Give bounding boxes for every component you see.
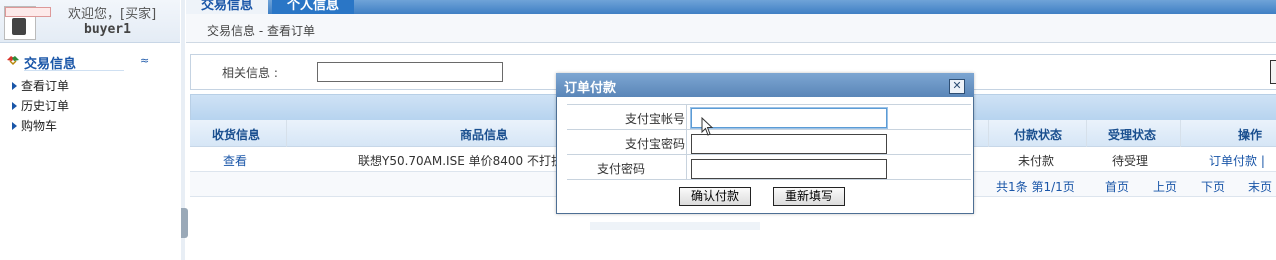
form-row: 支付宝密码	[567, 130, 971, 155]
header-product: 商品信息	[460, 128, 509, 142]
breadcrumb: 交易信息 - 查看订单	[207, 24, 315, 38]
confirm-payment-button[interactable]: 确认付款	[679, 187, 751, 206]
sidebar-item-history-orders[interactable]: 历史订单	[12, 97, 69, 114]
cell-divider	[686, 105, 687, 129]
product-info-cell: 联想Y50.70AM.ISE 单价8400 不打折	[358, 154, 563, 168]
alipay-account-label: 支付宝帐号	[624, 112, 685, 126]
welcome-text: 欢迎您，[买家]	[68, 7, 157, 22]
sidebar-item-cart[interactable]: 购物车	[12, 117, 57, 134]
mouse-pointer-icon	[701, 117, 714, 136]
form-row: 支付宝帐号	[567, 105, 971, 130]
pay-password-input[interactable]	[691, 159, 887, 179]
pay-status-cell: 未付款	[1018, 154, 1055, 168]
nav-divider	[24, 70, 124, 71]
pager-prev[interactable]: 上页	[1153, 178, 1177, 195]
collapse-icon[interactable]: ≈	[140, 54, 149, 67]
view-receiver-link[interactable]: 查看	[223, 152, 247, 169]
header-process-status: 受理状态	[1108, 128, 1157, 142]
sidebar-item-view-orders[interactable]: 查看订单	[12, 77, 69, 94]
search-label: 相关信息 :	[222, 66, 278, 80]
handshake-icon	[7, 56, 19, 66]
alipay-password-input[interactable]	[691, 134, 887, 154]
pager-summary: 共1条 第1/1页	[996, 180, 1075, 194]
nav-section-header[interactable]: 交易信息 ≈	[0, 50, 180, 72]
breadcrumb-bar	[186, 14, 1276, 43]
reset-button[interactable]: 重新填写	[773, 187, 845, 206]
pay-order-link[interactable]: 订单付款 |	[1209, 152, 1265, 169]
device-icon	[12, 18, 26, 35]
bullet-icon	[12, 122, 17, 130]
bullet-icon	[12, 82, 17, 90]
sidebar-item-label: 购物车	[21, 119, 58, 133]
sidebar-item-label: 查看订单	[21, 79, 70, 93]
pager-first[interactable]: 首页	[1105, 178, 1129, 195]
bullet-icon	[12, 102, 17, 110]
dialog-title: 订单付款	[564, 81, 617, 96]
background-strip	[590, 222, 760, 230]
sidebar-item-label: 历史订单	[21, 99, 70, 113]
tab-personal-info[interactable]: 个人信息	[272, 0, 354, 14]
alipay-account-input[interactable]	[691, 108, 887, 128]
form-row: 支付密码	[567, 155, 971, 180]
username: buyer1	[84, 22, 131, 37]
alipay-password-label: 支付宝密码	[624, 137, 685, 151]
pager-last[interactable]: 末页	[1248, 178, 1272, 195]
dialog-titlebar[interactable]	[556, 73, 974, 97]
header-action: 操作	[1238, 128, 1263, 142]
avatar-caption	[5, 7, 51, 17]
avatar	[4, 6, 51, 40]
pay-password-label: 支付密码	[596, 162, 645, 176]
header-pay-status: 付款状态	[1014, 128, 1063, 142]
payment-form: 支付宝帐号 支付宝密码 支付密码	[567, 104, 971, 180]
cell-divider	[686, 155, 687, 179]
collapse-grip-handle[interactable]	[181, 208, 188, 238]
process-status-cell: 待受理	[1112, 154, 1149, 168]
search-input[interactable]	[317, 62, 503, 82]
search-button[interactable]	[1270, 60, 1276, 84]
close-icon[interactable]: ✕	[949, 79, 965, 94]
tab-trade-info[interactable]: 交易信息	[186, 0, 268, 14]
pager-next[interactable]: 下页	[1201, 178, 1225, 195]
header-receiver: 收货信息	[212, 128, 261, 142]
cell-divider	[686, 130, 687, 154]
